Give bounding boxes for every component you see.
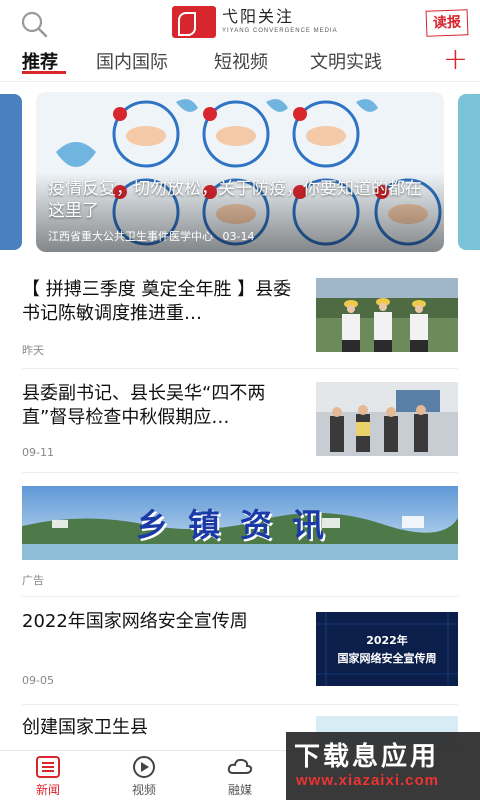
news-thumbnail	[316, 278, 458, 352]
news-title: 【 拼搏三季度 奠定全年胜 】县委书记陈敏调度推进重…	[22, 279, 292, 324]
divider	[22, 596, 458, 597]
news-thumbnail: 2022年 国家网络安全宣传周	[316, 612, 458, 686]
nav-news-label: 新闻	[35, 783, 60, 797]
news-title: 创建国家卫生县	[22, 717, 148, 738]
carousel-card[interactable]: 疫情反复，切勿放松，关于防疫，你要知道的都在这里了 江西省重大公共卫生事件医学中…	[36, 92, 444, 252]
ad-banner-text: 乡镇资讯	[135, 506, 344, 544]
news-icon	[36, 756, 60, 778]
play-icon	[133, 756, 155, 778]
divider	[22, 472, 458, 473]
thumbnail-caption-line1: 2022年	[366, 634, 408, 647]
cloud-icon	[227, 758, 253, 774]
app-header: 弋阳关注 YIYANG CONVERGENCE MEDIA 读报	[0, 0, 480, 44]
news-item[interactable]: 2022年国家网络安全宣传周 09-05 2022年 国家网络安全宣传周	[0, 608, 480, 708]
news-item[interactable]: 【 拼搏三季度 奠定全年胜 】县委书记陈敏调度推进重… 昨天	[0, 276, 480, 376]
tab-civilization-practice[interactable]: 文明实践	[310, 48, 382, 74]
category-tabs: 推荐 国内国际 短视频 文明实践 +	[0, 44, 480, 82]
watermark: 下载息应用 www.xiazaixi.com	[286, 732, 480, 800]
news-time: 09-05	[22, 674, 54, 687]
watermark-main-text: 下载息应用	[294, 742, 440, 772]
nav-news[interactable]: 新闻	[18, 755, 78, 798]
ad-banner[interactable]: 乡镇资讯	[22, 486, 458, 560]
thumbnail-caption-line2: 国家网络安全宣传周	[337, 652, 437, 665]
carousel-next-card[interactable]	[458, 94, 480, 250]
logo-icon	[172, 6, 216, 38]
carousel-title: 疫情反复，切勿放松，关于防疫，你要知道的都在这里了	[48, 179, 422, 221]
logo-subtitle: YIYANG CONVERGENCE MEDIA	[222, 28, 338, 34]
nav-media[interactable]: 融媒	[210, 755, 270, 798]
logo-title: 弋阳关注	[222, 7, 295, 26]
nav-media-label: 融媒	[227, 783, 252, 797]
news-title: 2022年国家网络安全宣传周	[22, 611, 248, 632]
carousel-date: 03-14	[222, 230, 255, 243]
carousel-source: 江西省重大公共卫生事件医学中心	[48, 230, 213, 243]
app-logo: 弋阳关注 YIYANG CONVERGENCE MEDIA	[172, 6, 338, 38]
news-title: 县委副书记、县长吴华“四不两直”督导检查中秋假期应…	[22, 383, 266, 428]
search-icon	[21, 11, 48, 38]
nav-video[interactable]: 视频	[114, 755, 174, 798]
tab-domestic-international[interactable]: 国内国际	[96, 48, 168, 74]
search-button[interactable]	[18, 8, 50, 40]
tab-short-video[interactable]: 短视频	[214, 48, 268, 74]
news-item[interactable]: 县委副书记、县长吴华“四不两直”督导检查中秋假期应… 09-11	[0, 380, 480, 480]
add-channel-icon[interactable]: +	[443, 45, 468, 75]
news-time: 09-11	[22, 446, 54, 459]
ad-label: 广告	[22, 574, 44, 587]
carousel-meta: 江西省重大公共卫生事件医学中心 03-14	[48, 228, 254, 244]
watermark-url: www.xiazaixi.com	[296, 772, 439, 789]
news-time: 昨天	[22, 344, 44, 357]
active-tab-indicator	[22, 71, 66, 74]
news-thumbnail	[316, 382, 458, 456]
banner-carousel[interactable]: 疫情反复，切勿放松，关于防疫，你要知道的都在这里了 江西省重大公共卫生事件医学中…	[0, 92, 480, 252]
divider	[22, 704, 458, 705]
read-newspaper-button[interactable]: 读报	[425, 9, 469, 37]
divider	[22, 368, 458, 369]
nav-video-label: 视频	[131, 783, 156, 797]
carousel-prev-card[interactable]	[0, 94, 22, 250]
